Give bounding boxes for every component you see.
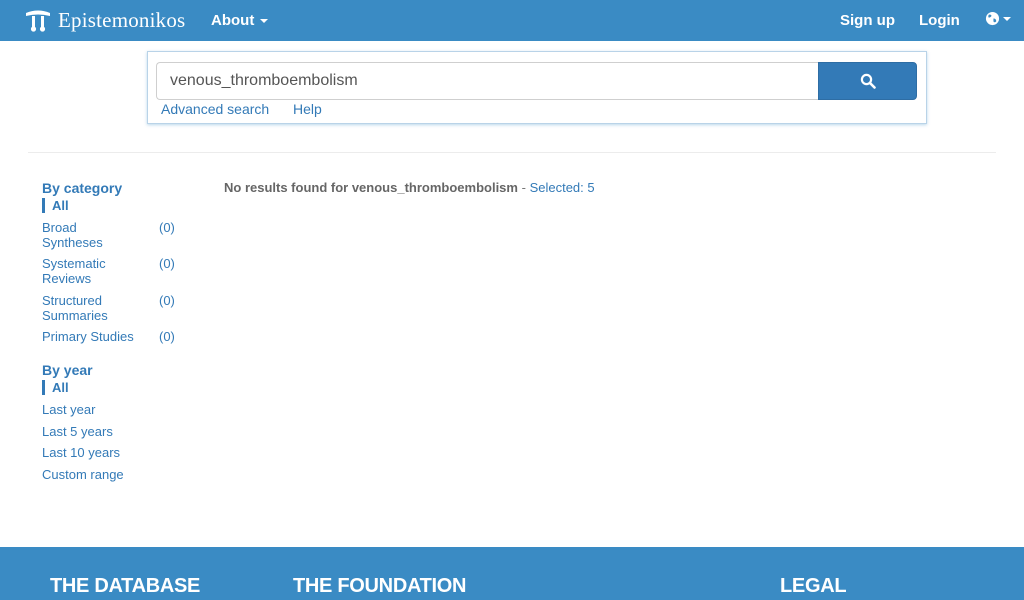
divider xyxy=(28,152,996,153)
brand-link[interactable]: Epistemonikos xyxy=(24,6,185,34)
results-separator: - xyxy=(521,180,526,195)
year-filter-title: By year xyxy=(42,362,93,378)
no-results-text: No results found for venous_thromboembol… xyxy=(224,180,518,195)
login-link[interactable]: Login xyxy=(919,12,960,29)
filter-label: Primary Studies xyxy=(42,329,134,344)
footer: THE DATABASE THE FOUNDATION LEGAL xyxy=(0,547,1024,600)
search-input[interactable] xyxy=(156,62,820,100)
year-filter-all[interactable]: All xyxy=(42,380,69,395)
signup-link[interactable]: Sign up xyxy=(840,12,895,29)
search-button[interactable] xyxy=(818,62,917,100)
footer-heading-legal: LEGAL xyxy=(780,575,847,597)
selected-count-link[interactable]: Selected: 5 xyxy=(530,180,595,195)
filter-label: Last 5 years xyxy=(42,424,113,439)
footer-heading-foundation: THE FOUNDATION xyxy=(293,575,467,597)
filter-label: Custom range xyxy=(42,467,124,482)
advanced-search-link[interactable]: Advanced search xyxy=(161,101,269,117)
filter-label: Structured Summaries xyxy=(42,293,108,323)
footer-heading-database: THE DATABASE xyxy=(50,575,201,597)
filter-label: Broad Syntheses xyxy=(42,220,103,250)
language-menu[interactable] xyxy=(985,11,1011,26)
category-filter-title: By category xyxy=(42,180,123,196)
filter-count: (0) xyxy=(159,293,175,308)
caret-down-icon xyxy=(1003,16,1011,21)
filter-count: (0) xyxy=(159,220,175,235)
brand-logo-icon xyxy=(26,10,50,32)
help-link[interactable]: Help xyxy=(293,101,322,117)
top-navbar: Epistemonikos About Sign up Login xyxy=(0,0,1024,41)
search-panel: Advanced search Help xyxy=(147,51,927,124)
about-label: About xyxy=(211,12,255,29)
filter-label: Last 10 years xyxy=(42,445,121,460)
filter-label: Systematic Reviews xyxy=(42,256,106,286)
caret-down-icon xyxy=(260,18,269,23)
brand-name: Epistemonikos xyxy=(58,7,186,32)
globe-icon xyxy=(985,11,1000,26)
filter-count: (0) xyxy=(159,256,175,271)
filter-count: (0) xyxy=(159,329,175,344)
filter-label: Last year xyxy=(42,402,96,417)
category-filter-all[interactable]: All xyxy=(42,198,69,213)
results-message: No results found for venous_thromboembol… xyxy=(224,180,595,195)
search-icon xyxy=(860,73,876,89)
about-menu[interactable]: About xyxy=(211,12,269,29)
